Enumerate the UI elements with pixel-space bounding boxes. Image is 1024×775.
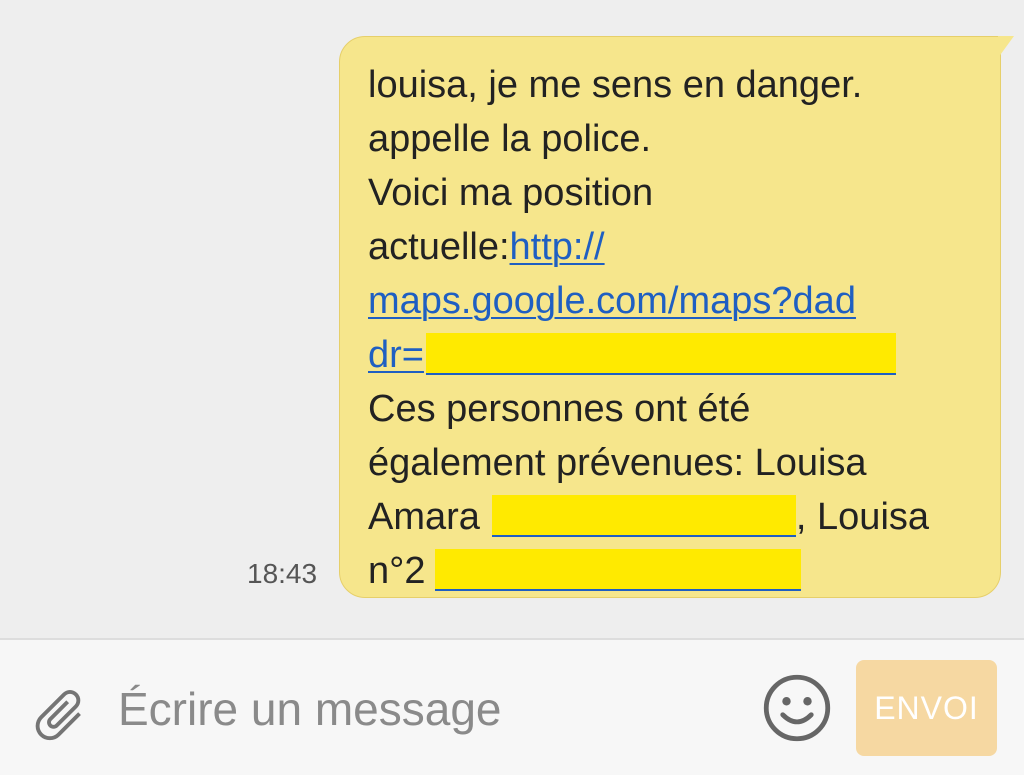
message-line-8: également prévenues: Louisa (368, 442, 867, 484)
redacted-phone-2[interactable] (435, 549, 802, 591)
message-composer: ENVOI (0, 640, 1024, 775)
attach-button[interactable] (24, 680, 94, 750)
chat-area: louisa, je me sens en danger. appelle la… (0, 0, 1024, 638)
send-button[interactable]: ENVOI (856, 660, 997, 756)
maps-link-part-1[interactable]: http:// (510, 226, 605, 268)
message-line-1: louisa, je me sens en danger. (368, 64, 863, 106)
position-label: actuelle: (368, 226, 510, 268)
bubble-tail (998, 36, 1014, 58)
message-line-2: appelle la police. (368, 118, 652, 160)
contact-name-2: n°2 (368, 550, 426, 592)
message-line-6: dr= (368, 328, 976, 382)
redacted-coordinates[interactable] (425, 333, 896, 375)
message-line-7: Ces personnes ont été (368, 388, 751, 430)
message-line-10: n°2 (368, 544, 976, 598)
emoji-button[interactable] (759, 670, 835, 746)
maps-link-part-3[interactable]: dr= (368, 334, 424, 376)
message-line-9: Amara , Louisa (368, 490, 976, 544)
paperclip-icon (35, 690, 81, 741)
redacted-phone-1[interactable] (491, 495, 796, 537)
message-line-4: actuelle:http:// (368, 220, 976, 274)
smiley-icon (763, 674, 831, 742)
message-timestamp: 18:43 (247, 558, 318, 589)
message-line-5: maps.google.com/maps?dad (368, 274, 976, 328)
message-line-3: Voici ma position (368, 172, 654, 214)
contact-separator: , Louisa (795, 496, 930, 538)
contact-name-1: Amara (368, 496, 480, 538)
message-input[interactable] (118, 676, 728, 742)
sent-message-bubble[interactable]: louisa, je me sens en danger. appelle la… (339, 36, 1001, 598)
maps-link-part-2[interactable]: maps.google.com/maps?dad (368, 280, 856, 322)
